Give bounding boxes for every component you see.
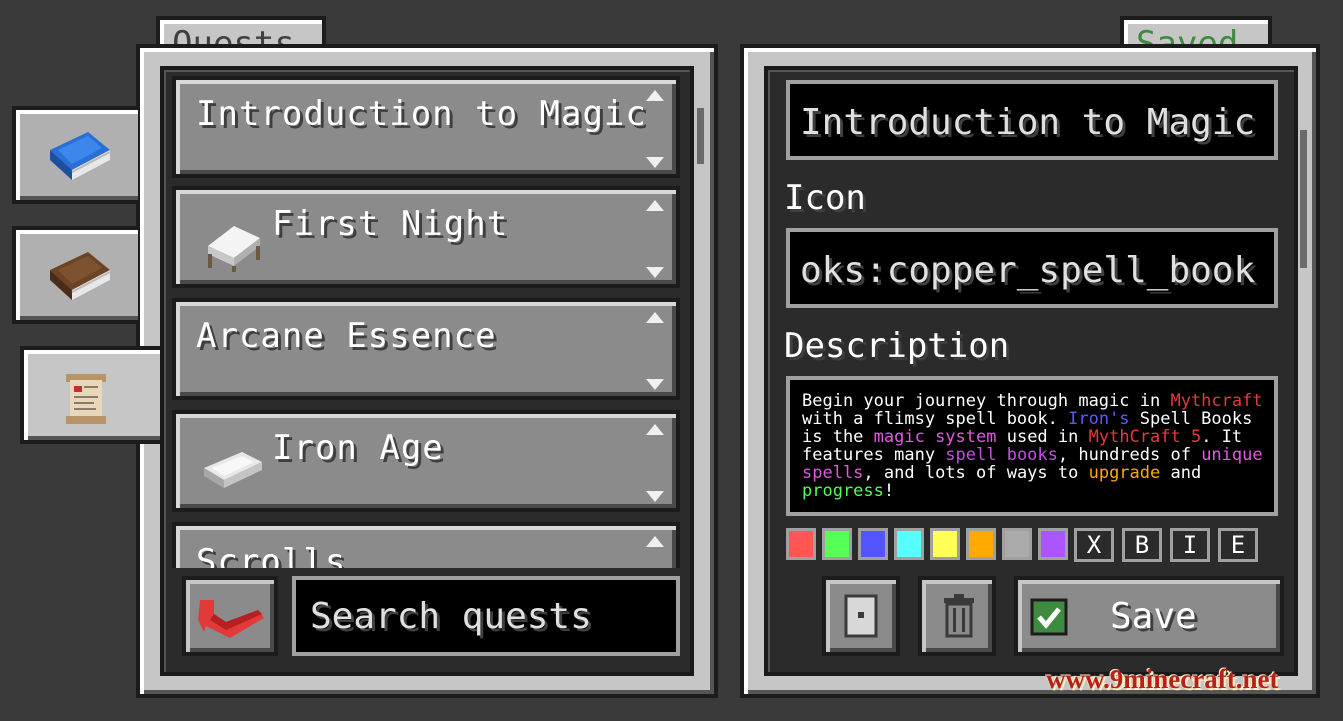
description-label: Description <box>784 326 1010 366</box>
format-button-i[interactable]: I <box>1170 528 1210 562</box>
color-swatch-button[interactable] <box>930 528 960 560</box>
color-swatch-button[interactable] <box>1002 528 1032 560</box>
description-segment: progress <box>802 481 884 501</box>
move-up-icon[interactable] <box>646 312 664 323</box>
iron-ingot-icon <box>204 452 262 488</box>
description-segment: spell books <box>945 445 1058 465</box>
quest-title: Iron Age <box>272 428 444 468</box>
quest-row[interactable]: Iron Age <box>172 410 680 512</box>
description-segment: and <box>1160 463 1202 483</box>
color-swatch-button[interactable] <box>822 528 852 560</box>
description-segment: Begin your journey through magic in <box>802 391 1171 411</box>
checkmark-icon <box>1030 598 1068 636</box>
formatting-toolbar: XBIE <box>786 528 1266 564</box>
description-segment: Iron's <box>1068 409 1130 429</box>
brown-book-icon <box>50 252 111 300</box>
quest-title: Arcane Essence <box>196 316 497 356</box>
description-text: Begin your journey through magic in Myth… <box>802 392 1264 500</box>
move-down-icon[interactable] <box>646 491 664 502</box>
format-button-b[interactable]: B <box>1122 528 1162 562</box>
new-page-button[interactable] <box>822 576 900 656</box>
move-up-icon[interactable] <box>646 90 664 101</box>
scroll-icon <box>66 374 106 424</box>
format-button-x[interactable]: X <box>1074 528 1114 562</box>
delete-button[interactable] <box>918 576 996 656</box>
quest-list-scrollbar[interactable] <box>697 108 704 164</box>
quest-list-viewport: Introduction to Magic First Night Arcane… <box>172 76 680 568</box>
quest-title: Scrolls <box>196 542 347 568</box>
bed-icon <box>208 226 260 272</box>
page-add-icon <box>844 594 878 638</box>
description-segment: magic system <box>873 427 997 447</box>
description-field[interactable]: Begin your journey through magic in Myth… <box>786 376 1278 516</box>
side-tab-brown-book[interactable] <box>12 226 138 324</box>
trash-icon <box>944 594 974 638</box>
back-button[interactable] <box>182 576 278 656</box>
search-input[interactable]: Search quests <box>292 576 680 656</box>
description-segment: used in <box>996 427 1089 447</box>
move-down-icon[interactable] <box>646 379 664 390</box>
blue-book-icon <box>50 132 111 180</box>
format-button-e[interactable]: E <box>1218 528 1258 562</box>
quest-title-value: Introduction to Magic <box>800 102 1256 143</box>
move-up-icon[interactable] <box>646 536 664 547</box>
color-swatch-button[interactable] <box>786 528 816 560</box>
icon-field[interactable]: oks:copper_spell_book <box>786 228 1278 308</box>
side-tab-scroll[interactable] <box>20 346 162 444</box>
watermark: www.9minecraft.net <box>1046 664 1279 694</box>
description-segment: , and lots of ways to <box>863 463 1089 483</box>
red-back-arrow-icon <box>198 600 264 638</box>
quest-row[interactable]: First Night <box>172 186 680 288</box>
icon-label: Icon <box>784 178 866 218</box>
side-tab-blue-book[interactable] <box>12 106 138 204</box>
quest-row[interactable]: Arcane Essence <box>172 298 680 400</box>
move-down-icon[interactable] <box>646 157 664 168</box>
save-button[interactable]: Save <box>1014 576 1284 656</box>
description-segment: Mythcraft <box>1170 391 1263 411</box>
move-down-icon[interactable] <box>646 267 664 278</box>
quest-row[interactable]: Scrolls <box>172 522 680 568</box>
description-segment: ! <box>883 481 895 501</box>
editor-scrollbar[interactable] <box>1300 130 1307 268</box>
color-swatch-button[interactable] <box>966 528 996 560</box>
quest-row[interactable]: Introduction to Magic <box>172 76 680 178</box>
icon-field-value: oks:copper_spell_book <box>800 250 1256 291</box>
description-segment: , hundreds of <box>1057 445 1202 465</box>
color-swatch-button[interactable] <box>858 528 888 560</box>
description-segment: upgrade <box>1088 463 1161 483</box>
quest-title: First Night <box>272 204 509 244</box>
color-swatch-button[interactable] <box>894 528 924 560</box>
description-segment: MythCraft 5 <box>1088 427 1202 447</box>
move-up-icon[interactable] <box>646 424 664 435</box>
search-placeholder: Search quests <box>310 596 592 637</box>
quest-title-field[interactable]: Introduction to Magic <box>786 80 1278 160</box>
save-button-label: Save <box>1110 596 1197 637</box>
color-swatch-button[interactable] <box>1038 528 1068 560</box>
move-up-icon[interactable] <box>646 200 664 211</box>
description-segment: with a flimsy spell book. <box>802 409 1069 429</box>
quest-title: Introduction to Magic <box>196 94 647 134</box>
